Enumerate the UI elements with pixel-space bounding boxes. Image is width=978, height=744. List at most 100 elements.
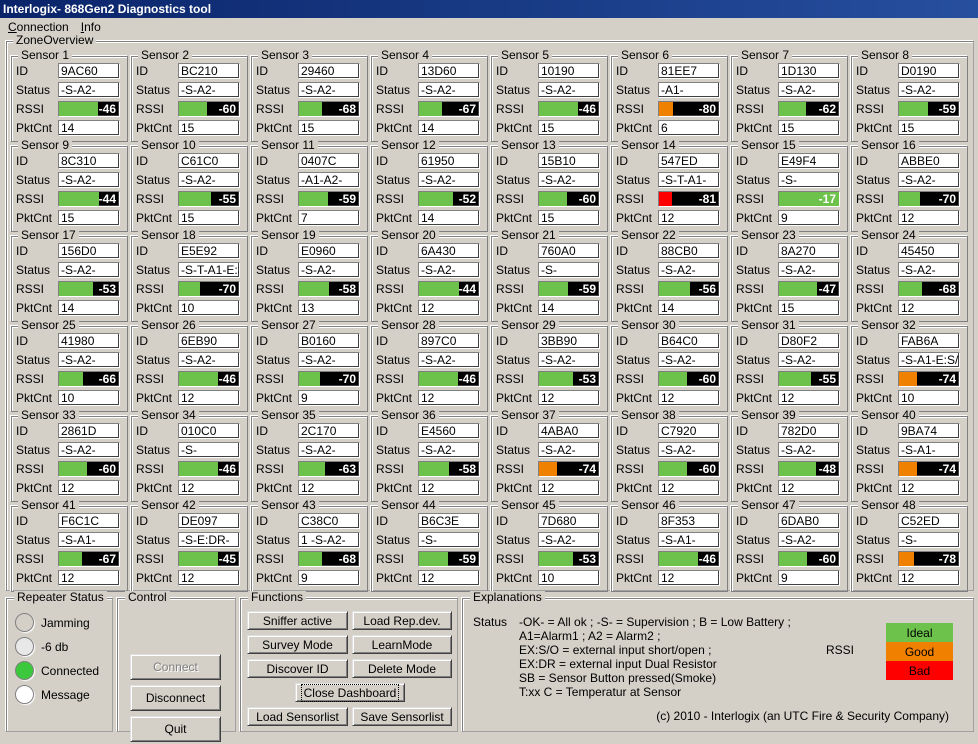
sensor-id-value[interactable]: E49F4: [778, 152, 840, 169]
sensor-status-value[interactable]: -S-A2-: [778, 531, 840, 548]
sensor-id-value[interactable]: 3BB90: [538, 332, 600, 349]
disconnect-button[interactable]: Disconnect: [130, 685, 221, 711]
sensor-status-value[interactable]: -S-A2-: [538, 81, 600, 98]
sensor-id-value[interactable]: FAB6A: [898, 332, 960, 349]
sensor-status-value[interactable]: -S-A2-: [418, 171, 480, 188]
sensor-id-value[interactable]: 547ED: [658, 152, 720, 169]
learn-mode-button[interactable]: LearnMode: [352, 635, 452, 654]
sensor-pktcnt-value[interactable]: 12: [298, 479, 360, 496]
sensor-id-value[interactable]: 2C170: [298, 422, 360, 439]
sensor-pktcnt-value[interactable]: 12: [418, 299, 480, 316]
sensor-pktcnt-value[interactable]: 12: [538, 389, 600, 406]
sensor-id-value[interactable]: 9BA74: [898, 422, 960, 439]
load-rep-dev-button[interactable]: Load Rep.dev.: [352, 611, 452, 630]
sensor-id-value[interactable]: 9AC60: [58, 62, 120, 79]
sensor-id-value[interactable]: 782D0: [778, 422, 840, 439]
sensor-id-value[interactable]: 45450: [898, 242, 960, 259]
sensor-pktcnt-value[interactable]: 12: [898, 479, 960, 496]
sensor-id-value[interactable]: C38C0: [298, 512, 360, 529]
sensor-pktcnt-value[interactable]: 15: [298, 119, 360, 136]
sensor-id-value[interactable]: ABBE0: [898, 152, 960, 169]
sensor-pktcnt-value[interactable]: 13: [298, 299, 360, 316]
sensor-id-value[interactable]: E5E92: [178, 242, 240, 259]
sensor-status-value[interactable]: -S-A2-: [778, 261, 840, 278]
sensor-id-value[interactable]: 61950: [418, 152, 480, 169]
sensor-status-value[interactable]: -S-A2-: [538, 171, 600, 188]
sensor-id-value[interactable]: 156D0: [58, 242, 120, 259]
sensor-status-value[interactable]: -S-A2-: [178, 81, 240, 98]
sensor-status-value[interactable]: -S-A2-: [778, 351, 840, 368]
sensor-id-value[interactable]: 897C0: [418, 332, 480, 349]
sensor-id-value[interactable]: 760A0: [538, 242, 600, 259]
sensor-status-value[interactable]: -S-A1-E:S/O: [898, 351, 960, 368]
sensor-id-value[interactable]: 4ABA0: [538, 422, 600, 439]
sensor-status-value[interactable]: -S-A2-: [418, 261, 480, 278]
sensor-pktcnt-value[interactable]: 12: [778, 389, 840, 406]
sensor-pktcnt-value[interactable]: 12: [178, 479, 240, 496]
sensor-id-value[interactable]: 6DAB0: [778, 512, 840, 529]
sensor-id-value[interactable]: C52ED: [898, 512, 960, 529]
sensor-status-value[interactable]: -S-A2-: [298, 261, 360, 278]
sensor-id-value[interactable]: 8A270: [778, 242, 840, 259]
sensor-status-value[interactable]: -S-T-A1-E:S/O: [178, 261, 240, 278]
sensor-status-value[interactable]: -A1-A2-: [298, 171, 360, 188]
sensor-id-value[interactable]: B6C3E: [418, 512, 480, 529]
sensor-id-value[interactable]: E0960: [298, 242, 360, 259]
sensor-id-value[interactable]: 15B10: [538, 152, 600, 169]
sensor-status-value[interactable]: -S-A2-: [298, 441, 360, 458]
sensor-pktcnt-value[interactable]: 12: [418, 389, 480, 406]
sensor-status-value[interactable]: -S-A2-: [778, 441, 840, 458]
sensor-status-value[interactable]: -S-A1-: [898, 441, 960, 458]
sensor-pktcnt-value[interactable]: 9: [298, 569, 360, 586]
sensor-id-value[interactable]: B0160: [298, 332, 360, 349]
sniffer-active-button[interactable]: Sniffer active: [247, 611, 348, 630]
sensor-pktcnt-value[interactable]: 12: [658, 209, 720, 226]
sensor-id-value[interactable]: E4560: [418, 422, 480, 439]
sensor-status-value[interactable]: -S-A2-: [538, 531, 600, 548]
delete-mode-button[interactable]: Delete Mode: [352, 659, 452, 678]
sensor-status-value[interactable]: -S-A2-: [898, 81, 960, 98]
sensor-status-value[interactable]: -S-A2-: [538, 441, 600, 458]
sensor-status-value[interactable]: -S-A1-: [658, 531, 720, 548]
sensor-status-value[interactable]: -A1-: [658, 81, 720, 98]
sensor-id-value[interactable]: 13D60: [418, 62, 480, 79]
sensor-pktcnt-value[interactable]: 15: [538, 209, 600, 226]
sensor-id-value[interactable]: 2861D: [58, 422, 120, 439]
sensor-id-value[interactable]: 8F353: [658, 512, 720, 529]
sensor-status-value[interactable]: -S-: [178, 441, 240, 458]
sensor-id-value[interactable]: 010C0: [178, 422, 240, 439]
sensor-pktcnt-value[interactable]: 15: [778, 299, 840, 316]
sensor-id-value[interactable]: 7D680: [538, 512, 600, 529]
sensor-id-value[interactable]: 41980: [58, 332, 120, 349]
sensor-id-value[interactable]: 29460: [298, 62, 360, 79]
sensor-id-value[interactable]: 1D130: [778, 62, 840, 79]
sensor-pktcnt-value[interactable]: 9: [298, 389, 360, 406]
sensor-pktcnt-value[interactable]: 14: [58, 119, 120, 136]
sensor-pktcnt-value[interactable]: 14: [58, 299, 120, 316]
sensor-status-value[interactable]: -S-A2-: [418, 441, 480, 458]
save-sensorlist-button[interactable]: Save Sensorlist: [352, 707, 452, 726]
sensor-status-value[interactable]: -S-A2-: [418, 81, 480, 98]
sensor-status-value[interactable]: -S-A2-: [778, 81, 840, 98]
sensor-pktcnt-value[interactable]: 14: [538, 299, 600, 316]
sensor-status-value[interactable]: -S-A2-: [538, 351, 600, 368]
sensor-status-value[interactable]: -S-A2-: [58, 81, 120, 98]
sensor-status-value[interactable]: -S-A2-: [178, 351, 240, 368]
sensor-status-value[interactable]: 1 -S-A2-: [298, 531, 360, 548]
sensor-status-value[interactable]: -S-A2-: [58, 441, 120, 458]
sensor-pktcnt-value[interactable]: 12: [778, 479, 840, 496]
sensor-pktcnt-value[interactable]: 12: [658, 569, 720, 586]
sensor-id-value[interactable]: 8C310: [58, 152, 120, 169]
connect-button[interactable]: Connect: [130, 654, 221, 680]
sensor-pktcnt-value[interactable]: 12: [898, 299, 960, 316]
sensor-id-value[interactable]: 81EE7: [658, 62, 720, 79]
sensor-status-value[interactable]: -S-T-A1-: [658, 171, 720, 188]
sensor-id-value[interactable]: DE097: [178, 512, 240, 529]
sensor-pktcnt-value[interactable]: 12: [418, 569, 480, 586]
sensor-pktcnt-value[interactable]: 7: [298, 209, 360, 226]
sensor-pktcnt-value[interactable]: 15: [778, 119, 840, 136]
sensor-status-value[interactable]: -S-: [418, 531, 480, 548]
sensor-id-value[interactable]: 6EB90: [178, 332, 240, 349]
sensor-pktcnt-value[interactable]: 12: [898, 569, 960, 586]
sensor-status-value[interactable]: -S-A2-: [58, 351, 120, 368]
